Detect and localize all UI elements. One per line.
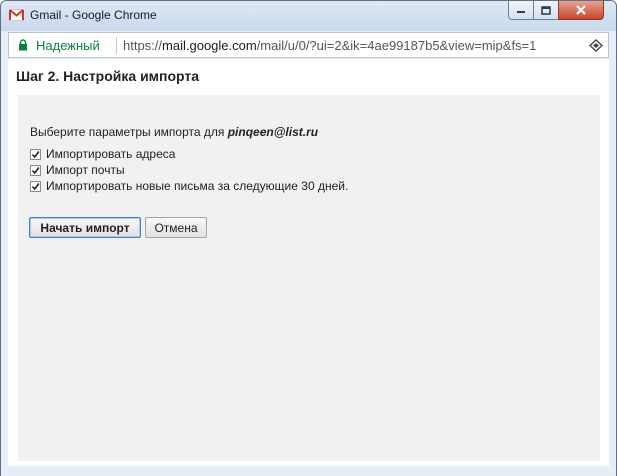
minimize-icon [517,11,525,13]
checkmark-icon [31,166,40,174]
page-title: Шаг 2. Настройка импорта [16,68,200,84]
option-import-mail[interactable]: Импорт почты [30,163,125,177]
close-button[interactable] [558,1,604,20]
url-separator [116,37,117,54]
prompt-text: Выберите параметры импорта для [30,125,228,139]
page-content: Шаг 2. Настройка импорта Выберите параме… [8,59,609,466]
minimize-button[interactable] [508,1,534,20]
option-label: Импорт почты [46,163,125,177]
close-icon [576,5,586,15]
maximize-button[interactable] [533,1,559,20]
gmail-icon [9,9,24,21]
window-bottom-border [1,466,616,476]
checkbox[interactable] [30,164,41,176]
import-options-panel: Выберите параметры импорта для pinqeen@l… [18,95,600,461]
checkmark-icon [31,182,40,190]
url-path: /mail/u/0/?ui=2&ik=4ae99187b5&view=mip&f… [256,38,537,53]
extension-icon[interactable] [589,39,603,52]
checkbox[interactable] [30,180,41,192]
checkbox[interactable] [30,148,41,160]
option-import-new-mail[interactable]: Импортировать новые письма за следующие … [30,179,348,193]
prompt-email: pinqeen@list.ru [227,125,319,139]
address-bar[interactable]: Надежный https://mail.google.com/mail/u/… [8,32,609,58]
option-label: Импортировать новые письма за следующие … [46,179,349,193]
maximize-icon [541,5,551,15]
url-field[interactable]: https://mail.google.com/mail/u/0/?ui=2&i… [123,38,580,53]
start-import-button[interactable]: Начать импорт [29,217,141,238]
option-import-contacts[interactable]: Импортировать адреса [30,147,175,161]
url-scheme: https:// [123,38,163,53]
cancel-button[interactable]: Отмена [145,217,207,238]
lock-icon [19,39,27,51]
window-title: Gmail - Google Chrome [30,8,157,22]
url-host: mail.google.com [162,38,257,53]
browser-window: Gmail - Google Chrome Надежный https://m… [0,0,617,476]
import-prompt: Выберите параметры импорта для pinqeen@l… [30,125,318,139]
secure-label[interactable]: Надежный [36,38,100,53]
title-bar[interactable]: Gmail - Google Chrome [1,1,616,31]
option-label: Импортировать адреса [46,147,176,161]
checkmark-icon [31,150,40,158]
